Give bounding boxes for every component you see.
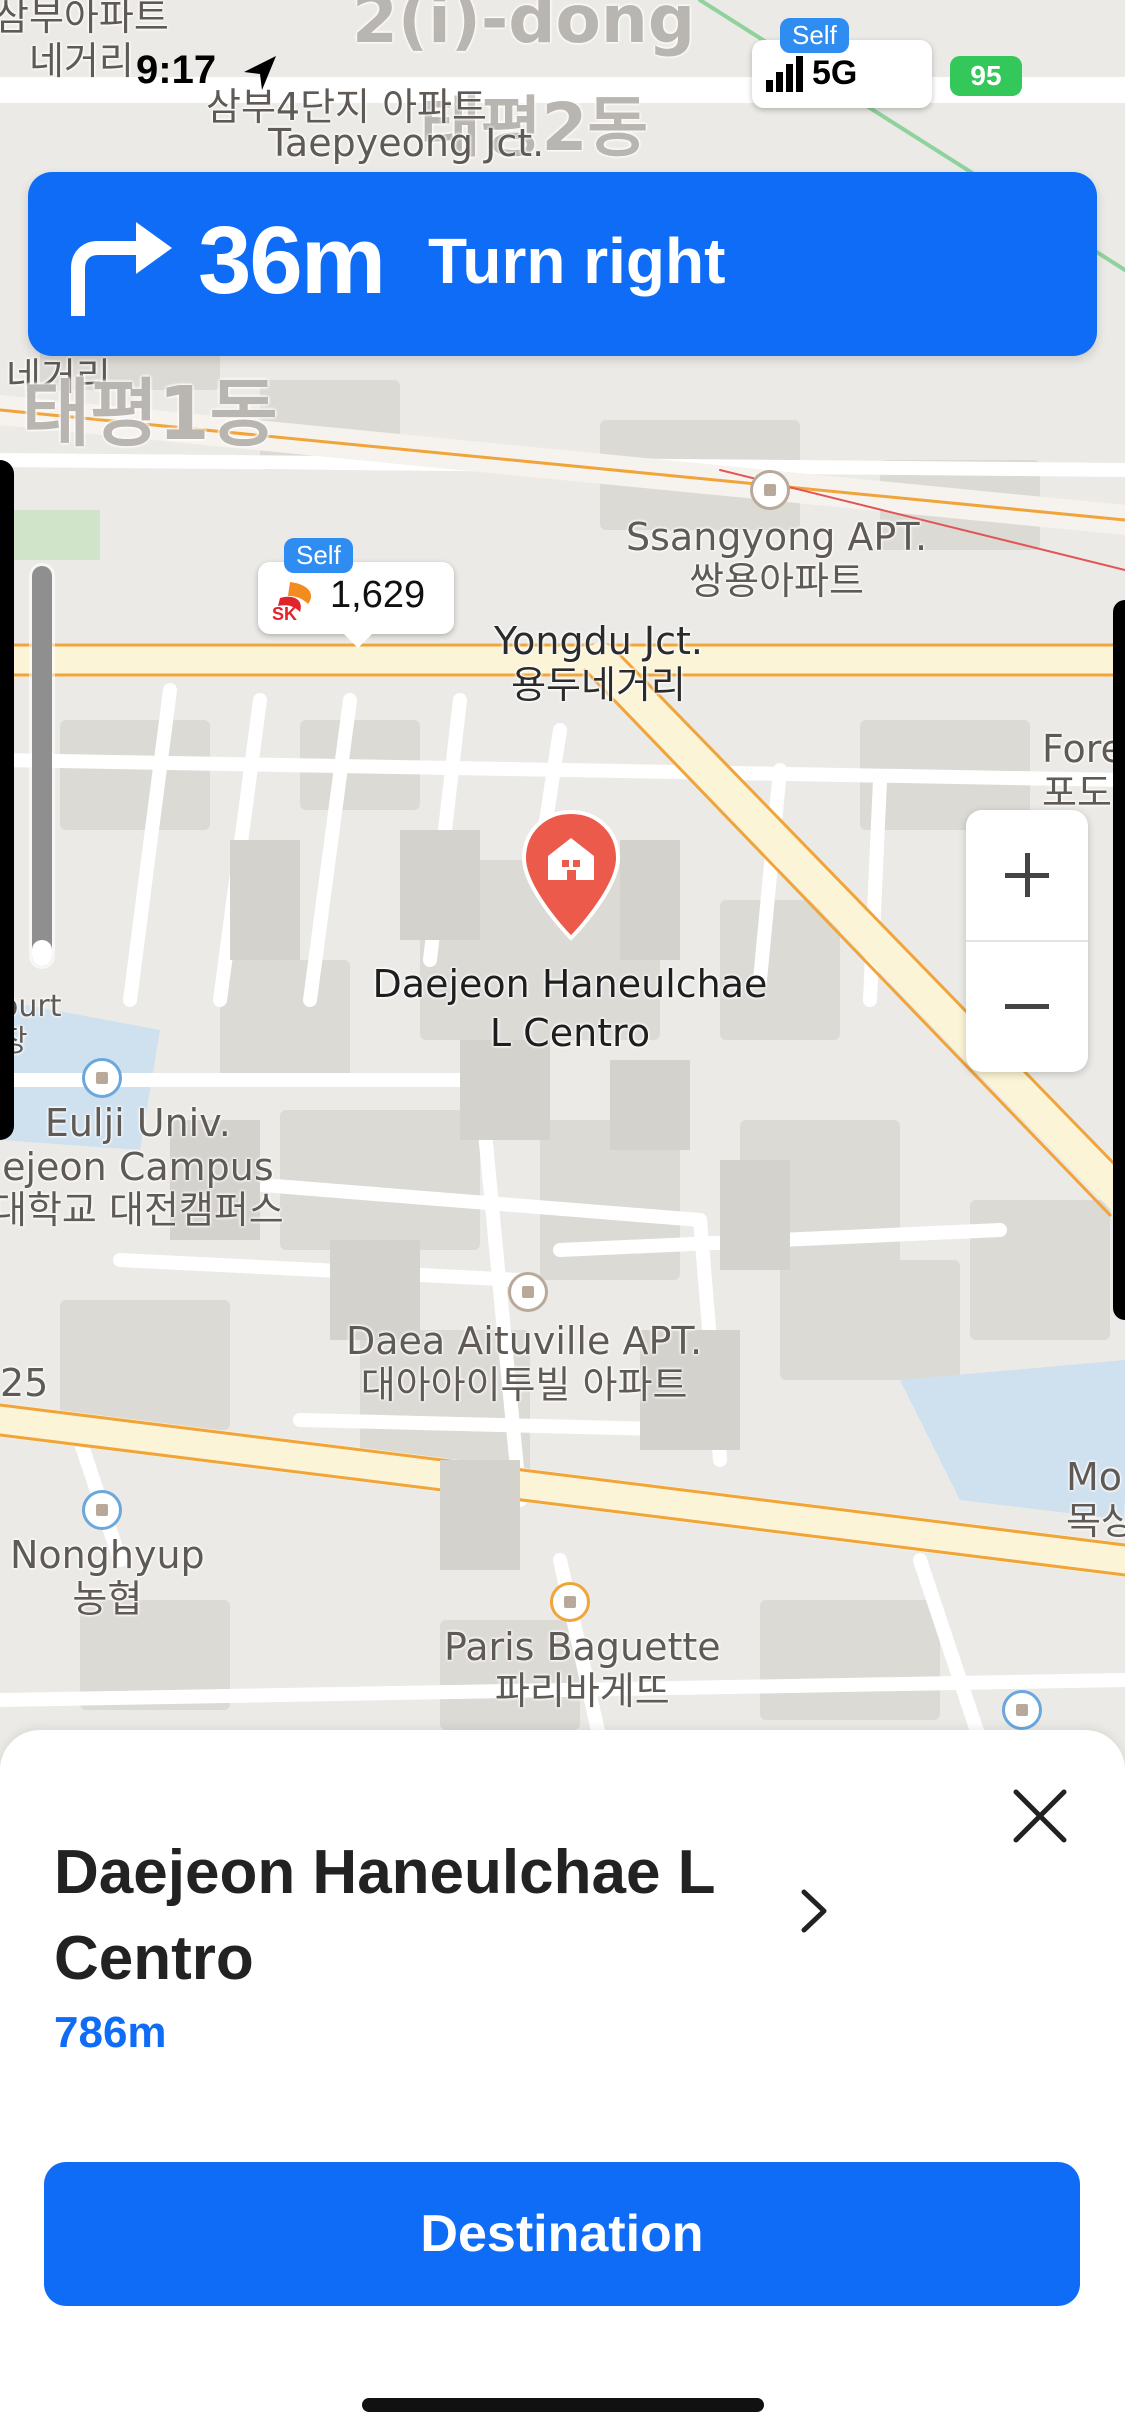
map-zoom-slider-thumb[interactable] xyxy=(32,940,52,966)
status-bar: 9:17 Self 5G 95 xyxy=(0,0,1125,120)
fuel-self-tag: Self xyxy=(284,538,353,573)
navigation-screen: 삼부아파트 네거리 2(i)-dong 태평2동 Taepyeong Jct. … xyxy=(0,0,1125,2436)
zoom-out-button[interactable] xyxy=(966,941,1088,1071)
plus-icon xyxy=(1005,853,1049,897)
turn-right-icon xyxy=(71,222,172,316)
home-indicator[interactable] xyxy=(362,2398,764,2412)
bank-poi-icon[interactable] xyxy=(82,1490,122,1530)
signal-bars-icon xyxy=(766,56,803,92)
battery-indicator: 95 xyxy=(950,56,1022,96)
map-label-left-number: 25 xyxy=(0,1361,49,1405)
destination-pin-label[interactable]: Daejeon Haneulchae L Centro xyxy=(340,960,800,1059)
apartment-poi-icon[interactable] xyxy=(750,470,790,510)
turn-instruction: Turn right xyxy=(428,225,726,297)
map-label-daea-aituville[interactable]: Daea Aituville APT. 대아아이투빌 아파트 xyxy=(346,1319,702,1407)
university-poi-icon[interactable] xyxy=(82,1058,122,1098)
status-time: 9:17 xyxy=(136,48,217,92)
map-label-nonghyup[interactable]: Nonghyup 농협 xyxy=(10,1533,205,1621)
status-fuel-self-tag: Self xyxy=(780,18,849,53)
chevron-right-icon[interactable] xyxy=(796,1886,832,1936)
location-arrow-icon xyxy=(244,56,276,90)
place-title[interactable]: Daejeon Haneulchae L Centro xyxy=(54,1830,794,2002)
map-label-yongdu-jct: Yongdu Jct. 용두네거리 xyxy=(494,619,703,707)
zoom-in-button[interactable] xyxy=(966,810,1088,942)
map-label-mok: Mo 목상 xyxy=(1066,1455,1125,1543)
status-fuel-badge: Self 5G xyxy=(752,18,932,108)
map-label-paris-baguette[interactable]: Paris Baguette 파리바게뜨 xyxy=(444,1625,721,1713)
bus-poi-icon[interactable] xyxy=(1002,1690,1042,1730)
turn-distance: 36m xyxy=(198,207,386,314)
turn-by-turn-banner[interactable]: 36m Turn right xyxy=(28,172,1097,356)
map-zoom-slider[interactable] xyxy=(32,566,52,966)
svg-text:SK: SK xyxy=(272,604,297,622)
destination-pin-icon[interactable] xyxy=(518,808,624,944)
zoom-controls xyxy=(966,810,1088,1072)
close-button[interactable] xyxy=(1004,1780,1076,1852)
map-label-taepyeong1: 태평1동 xyxy=(22,371,278,457)
screen-edge-left xyxy=(0,460,14,1140)
map-label-eulji-univ[interactable]: Eulji Univ. ejeon Campus 대학교 대전캠퍼스 xyxy=(0,1101,284,1233)
set-destination-button[interactable]: Destination xyxy=(44,2162,1080,2306)
fuel-station-price-badge[interactable]: Self SK 1,629 xyxy=(258,538,454,648)
close-icon xyxy=(1013,1789,1067,1843)
map-label-ssangyong[interactable]: Ssangyong APT. 쌍용아파트 xyxy=(626,515,927,603)
apartment-poi-icon[interactable] xyxy=(508,1272,548,1312)
screen-edge-right xyxy=(1113,600,1125,1320)
map-label-forest: Fore 포도 xyxy=(1042,727,1124,815)
sk-brand-icon: SK xyxy=(272,582,312,622)
fuel-price-label: 1,629 xyxy=(330,574,426,616)
minus-icon xyxy=(1005,1004,1049,1009)
bakery-poi-icon[interactable] xyxy=(550,1582,590,1622)
place-bottom-sheet: Daejeon Haneulchae L Centro 786m Destina… xyxy=(0,1730,1125,2436)
place-distance: 786m xyxy=(54,2008,167,2057)
network-type-label: 5G xyxy=(812,54,858,92)
